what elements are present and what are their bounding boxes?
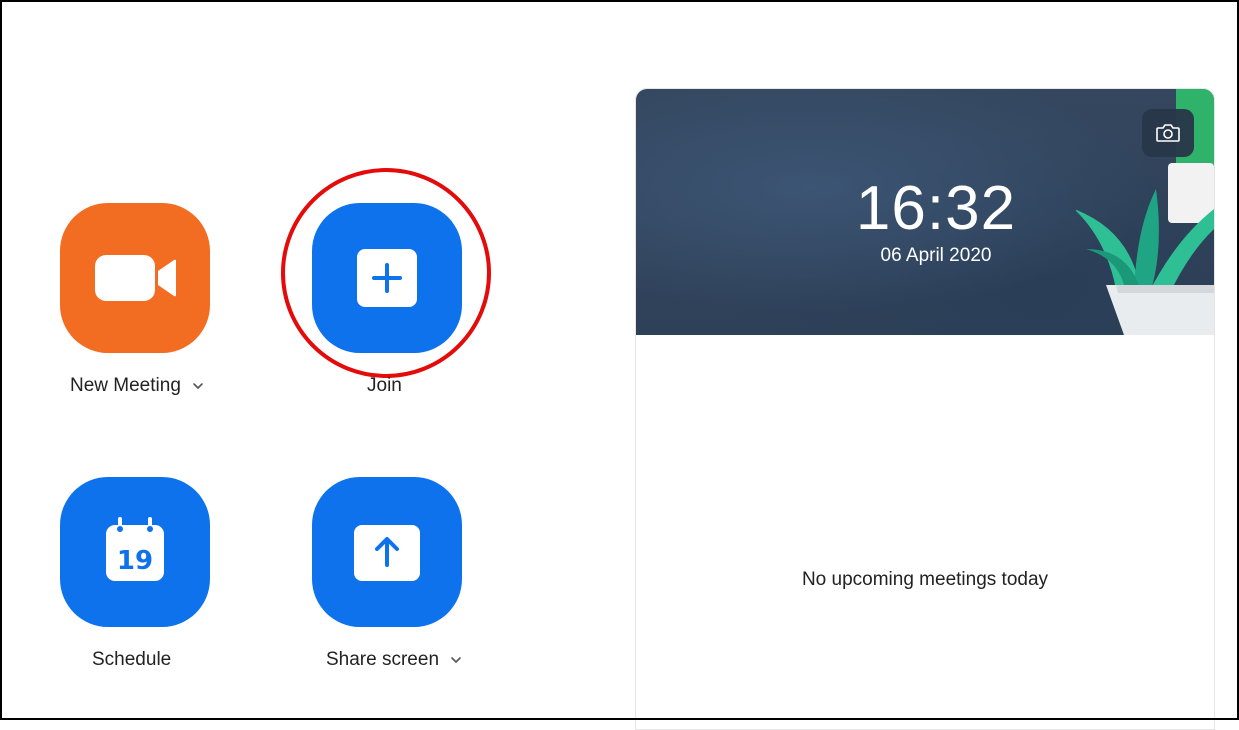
new-meeting-button[interactable] <box>60 203 210 353</box>
new-meeting-label-row[interactable]: New Meeting <box>70 375 205 397</box>
change-background-button[interactable] <box>1142 109 1194 157</box>
empty-meetings-message: No upcoming meetings today <box>801 569 1049 590</box>
meetings-panel: 16:32 06 April 2020 No upcoming meetings… <box>635 88 1215 730</box>
share-screen-button[interactable] <box>312 477 462 627</box>
share-screen-label: Share screen <box>326 649 440 670</box>
camera-icon <box>1156 124 1180 142</box>
video-camera-icon <box>95 255 176 301</box>
schedule-label: Schedule <box>92 649 172 670</box>
schedule-label-row[interactable]: Schedule <box>92 649 171 671</box>
calendar-icon: 19 <box>106 517 164 581</box>
svg-text:19: 19 <box>117 546 153 576</box>
schedule-button[interactable]: 19 <box>60 477 210 627</box>
chevron-down-icon[interactable] <box>449 653 463 667</box>
upload-arrow-icon <box>354 525 420 581</box>
join-label-row[interactable]: Join <box>367 375 402 397</box>
clock-time: 16:32 <box>855 174 1017 243</box>
chevron-down-icon[interactable] <box>191 379 205 393</box>
new-meeting-label: New Meeting <box>70 375 181 396</box>
share-screen-label-row[interactable]: Share screen <box>326 649 463 671</box>
clock-header: 16:32 06 April 2020 <box>636 89 1214 335</box>
join-label: Join <box>367 375 402 396</box>
clock-date: 06 April 2020 <box>880 245 992 266</box>
join-highlight-ring <box>281 168 491 378</box>
